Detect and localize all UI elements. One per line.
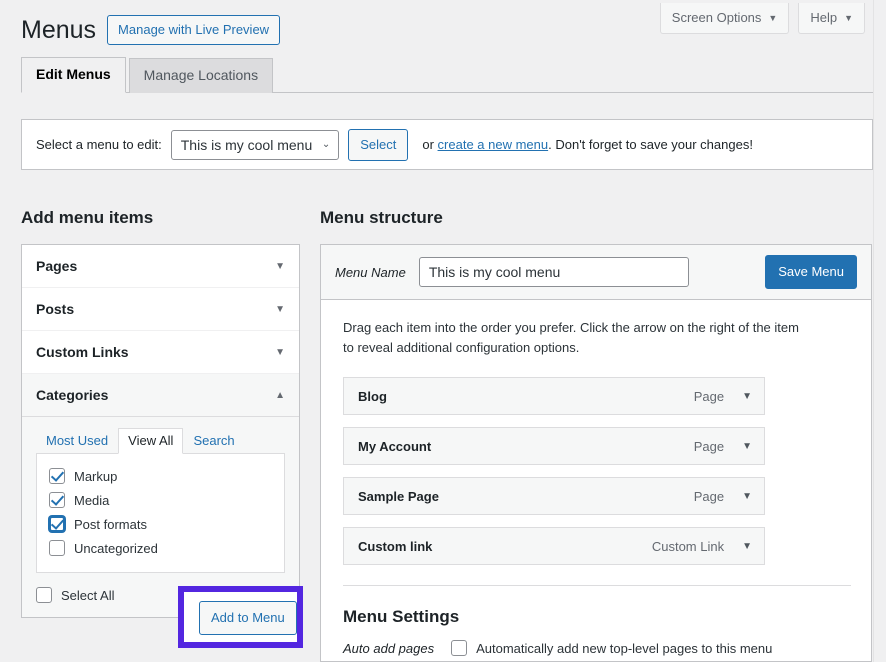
section-divider — [343, 585, 851, 586]
cat-tab-search[interactable]: Search — [183, 428, 244, 453]
chevron-down-icon[interactable]: ▼ — [742, 491, 752, 502]
menu-name-label: Menu Name — [335, 265, 406, 280]
menu-item-sample-page[interactable]: Sample Page Page ▼ — [343, 477, 765, 515]
screen-options-label: Screen Options — [672, 11, 762, 24]
menu-structure-body: Drag each item into the order you prefer… — [321, 300, 871, 656]
select-all-label: Select All — [61, 588, 114, 603]
chevron-up-icon: ▲ — [275, 390, 285, 401]
menu-item-type: Page — [694, 439, 724, 454]
auto-add-pages-row: Auto add pages Automatically add new top… — [343, 640, 849, 656]
checkbox-post-formats[interactable] — [49, 516, 65, 532]
add-to-menu-button[interactable]: Add to Menu — [199, 601, 297, 635]
help-label: Help — [810, 11, 837, 24]
tab-edit-menus[interactable]: Edit Menus — [21, 57, 126, 93]
menu-structure-box: Menu Name Save Menu Drag each item into … — [320, 244, 872, 662]
chevron-down-icon[interactable]: ▼ — [742, 391, 752, 402]
chevron-down-icon: ▼ — [768, 14, 777, 23]
menu-item-title: Blog — [358, 389, 387, 404]
checkbox-media[interactable] — [49, 492, 65, 508]
auto-add-option-label: Automatically add new top-level pages to… — [476, 641, 772, 656]
chevron-down-icon: ▼ — [275, 347, 285, 358]
chevron-down-icon[interactable]: ▼ — [742, 441, 752, 452]
screen-meta-links: Screen Options ▼ Help ▼ — [660, 3, 865, 34]
categories-tabs: Most Used View All Search — [36, 427, 285, 453]
menu-name-group: Menu Name — [335, 257, 689, 287]
page-title-row: Menus Manage with Live Preview — [21, 14, 280, 47]
category-item-post-formats[interactable]: Post formats — [49, 512, 272, 536]
page-right-gutter — [873, 0, 886, 662]
chevron-down-icon[interactable]: ▼ — [742, 541, 752, 552]
category-label: Post formats — [74, 517, 147, 532]
chevron-down-icon: ▼ — [275, 304, 285, 315]
menu-item-type: Page — [694, 389, 724, 404]
accordion-panel-custom-links[interactable]: Custom Links ▼ — [22, 331, 299, 374]
categories-checkbox-list: Markup Media Post formats Uncategorized — [36, 453, 285, 573]
menu-item-meta: Custom Link ▼ — [652, 539, 752, 554]
menu-settings-heading: Menu Settings — [343, 607, 849, 627]
add-menu-items-heading: Add menu items — [21, 208, 153, 228]
help-button[interactable]: Help ▼ — [798, 3, 865, 34]
create-new-menu-link[interactable]: create a new menu — [438, 137, 549, 152]
menu-structure-heading: Menu structure — [320, 208, 443, 228]
category-item-media[interactable]: Media — [49, 488, 272, 512]
menu-item-type: Page — [694, 489, 724, 504]
accordion-panel-posts[interactable]: Posts ▼ — [22, 288, 299, 331]
menu-select-dropdown[interactable]: This is my cool menu ⌄ — [171, 130, 339, 160]
category-label: Media — [74, 493, 109, 508]
menu-name-input[interactable] — [419, 257, 689, 287]
create-menu-hint: or create a new menu. Don't forget to sa… — [422, 137, 753, 152]
select-all-row[interactable]: Select All — [36, 587, 114, 603]
category-item-uncategorized[interactable]: Uncategorized — [49, 536, 272, 560]
accordion-label: Custom Links — [36, 344, 129, 360]
drag-hint-text: Drag each item into the order you prefer… — [343, 318, 813, 358]
menu-item-meta: Page ▼ — [694, 489, 752, 504]
save-menu-button[interactable]: Save Menu — [765, 255, 857, 289]
screen-options-button[interactable]: Screen Options ▼ — [660, 3, 790, 34]
categories-panel-body: Most Used View All Search Markup Media P… — [22, 417, 299, 617]
accordion-panel-categories[interactable]: Categories ▲ — [22, 374, 299, 417]
checkbox-uncategorized[interactable] — [49, 540, 65, 556]
select-button[interactable]: Select — [348, 129, 408, 161]
add-menu-items-accordion: Pages ▼ Posts ▼ Custom Links ▼ Categorie… — [21, 244, 300, 618]
checkbox-markup[interactable] — [49, 468, 65, 484]
category-item-markup[interactable]: Markup — [49, 464, 272, 488]
cat-tab-most-used[interactable]: Most Used — [36, 428, 118, 453]
auto-add-pages-label: Auto add pages — [343, 641, 434, 656]
nav-tabs: Edit Menus Manage Locations — [21, 59, 873, 93]
accordion-label: Posts — [36, 301, 74, 317]
page-title: Menus — [21, 14, 96, 47]
select-menu-label: Select a menu to edit: — [36, 137, 162, 152]
menu-select-bar: Select a menu to edit: This is my cool m… — [21, 119, 873, 170]
chevron-down-icon: ▼ — [844, 14, 853, 23]
or-text: or — [422, 137, 437, 152]
chevron-down-icon: ▼ — [275, 261, 285, 272]
wp-admin-menus-screen: Screen Options ▼ Help ▼ Menus Manage wit… — [0, 0, 886, 662]
tab-manage-locations[interactable]: Manage Locations — [129, 58, 273, 93]
checkbox-auto-add-pages[interactable] — [451, 640, 467, 656]
menu-structure-header: Menu Name Save Menu — [321, 245, 871, 300]
menu-item-my-account[interactable]: My Account Page ▼ — [343, 427, 765, 465]
chevron-down-icon: ⌄ — [322, 138, 330, 149]
category-label: Markup — [74, 469, 117, 484]
category-label: Uncategorized — [74, 541, 158, 556]
checkbox-select-all[interactable] — [36, 587, 52, 603]
save-changes-hint: . Don't forget to save your changes! — [548, 137, 753, 152]
menu-item-title: My Account — [358, 439, 431, 454]
menu-item-meta: Page ▼ — [694, 439, 752, 454]
cat-tab-view-all[interactable]: View All — [118, 428, 183, 454]
menu-item-title: Sample Page — [358, 489, 439, 504]
menu-item-title: Custom link — [358, 539, 432, 554]
menu-item-blog[interactable]: Blog Page ▼ — [343, 377, 765, 415]
menu-item-custom-link[interactable]: Custom link Custom Link ▼ — [343, 527, 765, 565]
menu-item-meta: Page ▼ — [694, 389, 752, 404]
menu-select-value: This is my cool menu — [181, 137, 312, 153]
accordion-label: Pages — [36, 258, 77, 274]
accordion-label: Categories — [36, 387, 108, 403]
manage-with-live-preview-button[interactable]: Manage with Live Preview — [107, 15, 280, 45]
accordion-panel-pages[interactable]: Pages ▼ — [22, 245, 299, 288]
auto-add-pages-option[interactable]: Automatically add new top-level pages to… — [451, 640, 772, 656]
menu-item-type: Custom Link — [652, 539, 724, 554]
